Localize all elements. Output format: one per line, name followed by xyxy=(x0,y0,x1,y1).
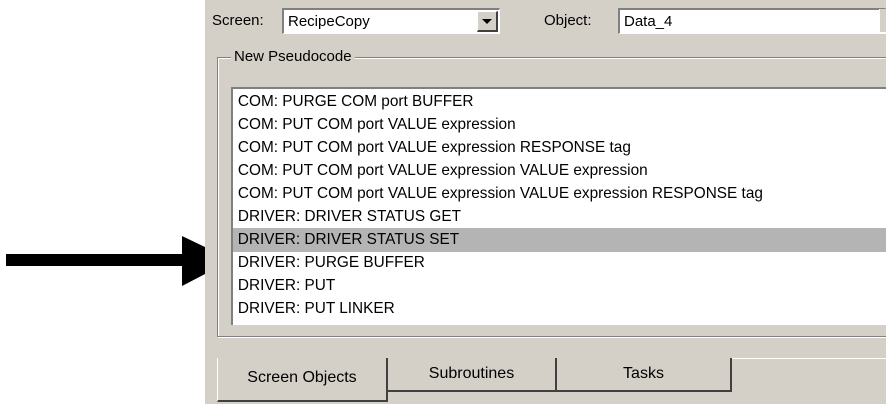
list-item[interactable]: DRIVER: PURGE BUFFER xyxy=(236,251,425,275)
screen-dropdown-button[interactable] xyxy=(477,11,498,32)
pseudocode-dialog: Screen: RecipeCopy Object: Data_4 New Ps… xyxy=(205,0,886,404)
list-item[interactable]: COM: PURGE COM port BUFFER xyxy=(236,90,474,114)
object-combobox[interactable]: Data_4 xyxy=(618,8,886,34)
object-label: Object: xyxy=(544,12,592,29)
pseudocode-listbox[interactable]: COM: PURGE COM port BUFFER COM: PUT COM … xyxy=(231,87,886,325)
tab-tasks[interactable]: Tasks xyxy=(557,358,732,392)
screen-label: Screen: xyxy=(212,12,264,29)
list-item[interactable]: COM: PUT COM port VALUE expression VALUE… xyxy=(236,182,763,206)
screen-combobox[interactable]: RecipeCopy xyxy=(282,8,500,34)
list-item[interactable]: DRIVER: PUT xyxy=(236,274,335,298)
list-item[interactable]: COM: PUT COM port VALUE expression xyxy=(236,113,516,137)
list-item-selected[interactable]: DRIVER: DRIVER STATUS SET xyxy=(233,228,886,252)
chevron-down-icon xyxy=(482,18,492,24)
list-item[interactable]: COM: PUT COM port VALUE expression RESPO… xyxy=(236,136,631,160)
tab-screen-objects[interactable]: Screen Objects xyxy=(217,358,388,402)
screen-value: RecipeCopy xyxy=(288,13,370,30)
right-arrow-icon xyxy=(6,236,232,286)
object-dropdown-button[interactable] xyxy=(879,9,886,32)
group-title: New Pseudocode xyxy=(231,48,355,65)
object-value: Data_4 xyxy=(624,13,673,30)
list-item[interactable]: DRIVER: DRIVER STATUS GET xyxy=(236,205,461,229)
tab-subroutines[interactable]: Subroutines xyxy=(388,358,557,392)
list-item[interactable]: DRIVER: PUT LINKER xyxy=(236,297,395,321)
list-item[interactable]: COM: PUT COM port VALUE expression VALUE… xyxy=(236,159,648,183)
